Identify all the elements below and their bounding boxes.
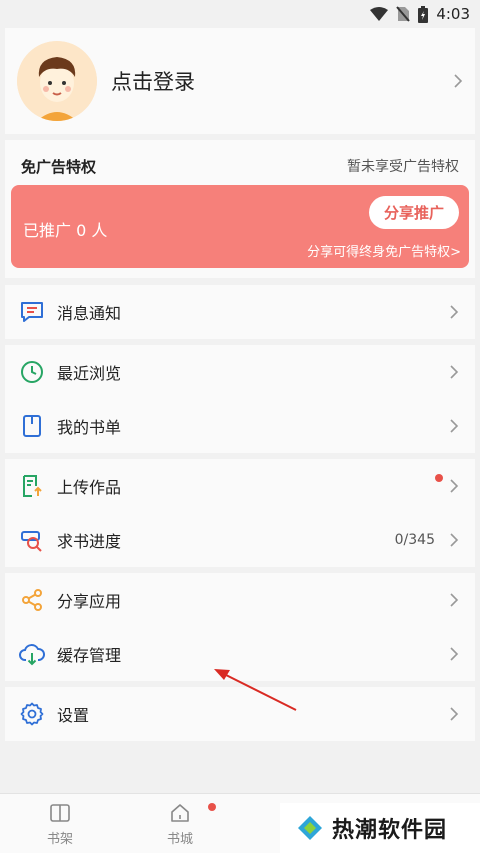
- chevron-right-icon: [450, 707, 459, 721]
- chevron-right-icon: [454, 74, 463, 88]
- request-progress-value: 0/345: [394, 532, 435, 548]
- no-sim-icon: [396, 6, 411, 22]
- menu-item-upload[interactable]: 上传作品: [5, 459, 475, 513]
- chevron-right-icon: [450, 647, 459, 661]
- menu-item-label: 消息通知: [57, 304, 122, 323]
- menu-item-recent[interactable]: 最近浏览: [5, 345, 475, 399]
- notification-dot: [435, 474, 443, 482]
- menu-item-booklist[interactable]: 我的书单: [5, 399, 475, 453]
- menu-item-request-progress[interactable]: 求书进度 0/345: [5, 513, 475, 567]
- book-icon: [19, 413, 45, 439]
- menu-item-label: 缓存管理: [57, 646, 122, 665]
- menu-item-label: 分享应用: [57, 592, 122, 611]
- chevron-right-icon: [450, 305, 459, 319]
- tab-bookshelf[interactable]: 书架: [25, 802, 95, 847]
- profile-card[interactable]: 点击登录: [5, 28, 475, 134]
- menu-item-label: 最近浏览: [57, 364, 122, 383]
- chevron-right-icon: [450, 533, 459, 547]
- menu-item-messages[interactable]: 消息通知: [5, 285, 475, 339]
- adfree-status: 暂未享受广告特权: [347, 159, 459, 175]
- bookshelf-icon: [50, 804, 70, 822]
- menu-item-share-app[interactable]: 分享应用: [5, 573, 475, 627]
- chevron-right-icon: [450, 365, 459, 379]
- gear-icon: [19, 701, 45, 727]
- chevron-right-icon: [450, 479, 459, 493]
- status-bar: 4:03: [0, 0, 480, 28]
- tab-label: 书城: [166, 832, 193, 847]
- menu-item-label: 求书进度: [57, 532, 122, 551]
- share-promo-button[interactable]: 分享推广: [369, 196, 459, 229]
- menu-group-works: 上传作品 求书进度 0/345: [5, 459, 475, 567]
- watermark-text: 热潮软件园: [332, 818, 448, 843]
- menu-item-label: 上传作品: [57, 478, 122, 497]
- adfree-title: 免广告特权: [21, 158, 97, 176]
- watermark: 热潮软件园: [280, 803, 480, 853]
- promo-hint-link[interactable]: 分享可得终身免广告特权>: [307, 241, 461, 260]
- share-icon: [19, 587, 45, 613]
- wifi-icon: [370, 7, 389, 21]
- chevron-right-icon: [450, 419, 459, 433]
- tab-label: 书架: [46, 832, 73, 847]
- menu-group-messages: 消息通知: [5, 285, 475, 339]
- message-icon: [19, 299, 45, 325]
- clock-icon: [19, 359, 45, 385]
- notification-dot: [208, 803, 216, 811]
- watermark-logo-icon: [298, 816, 322, 840]
- promo-banner: 已推广 0 人 分享推广 分享可得终身免广告特权>: [11, 185, 469, 268]
- cloud-download-icon: [19, 641, 45, 667]
- promoted-count: 已推广 0 人: [23, 221, 108, 240]
- adfree-card: 免广告特权 暂未享受广告特权 已推广 0 人 分享推广 分享可得终身免广告特权>: [5, 140, 475, 278]
- search-book-icon: [19, 527, 45, 553]
- menu-item-label: 设置: [57, 706, 90, 725]
- status-time: 4:03: [436, 5, 470, 23]
- annotation-arrow: [214, 669, 297, 711]
- home-icon: [171, 804, 189, 822]
- menu-item-label: 我的书单: [57, 418, 122, 437]
- upload-doc-icon: [19, 473, 45, 499]
- avatar[interactable]: [17, 41, 97, 121]
- tab-bookstore[interactable]: 书城: [145, 802, 215, 847]
- avatar-icon: [17, 41, 97, 121]
- menu-group-browse: 最近浏览 我的书单: [5, 345, 475, 453]
- battery-icon: [418, 5, 429, 23]
- login-label[interactable]: 点击登录: [111, 66, 195, 96]
- chevron-right-icon: [450, 593, 459, 607]
